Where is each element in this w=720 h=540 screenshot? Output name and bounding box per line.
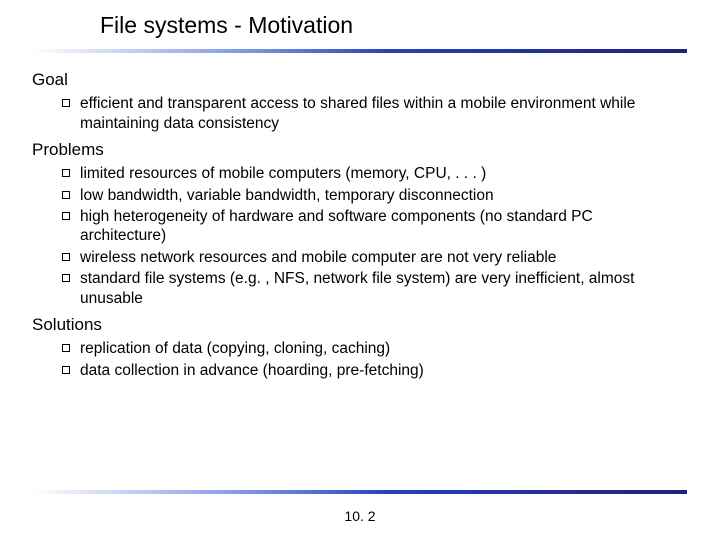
bullet-text: high heterogeneity of hardware and softw…: [80, 207, 680, 246]
bullet-text: data collection in advance (hoarding, pr…: [80, 361, 680, 380]
footer-divider: [32, 490, 687, 494]
bullet-square-icon: [62, 212, 70, 220]
bullet-square-icon: [62, 99, 70, 107]
bullet-text: limited resources of mobile computers (m…: [80, 164, 680, 183]
bullet-square-icon: [62, 253, 70, 261]
bullet-square-icon: [62, 274, 70, 282]
section-heading: Goal: [32, 69, 680, 90]
section-heading: Solutions: [32, 314, 680, 335]
section-heading: Problems: [32, 139, 680, 160]
bullet-text: low bandwidth, variable bandwidth, tempo…: [80, 186, 680, 205]
list-item: high heterogeneity of hardware and softw…: [62, 207, 680, 246]
list-item: standard file systems (e.g. , NFS, netwo…: [62, 269, 680, 308]
bullet-text: wireless network resources and mobile co…: [80, 248, 680, 267]
bullet-text: replication of data (copying, cloning, c…: [80, 339, 680, 358]
bullet-text: efficient and transparent access to shar…: [80, 94, 680, 133]
bullet-square-icon: [62, 344, 70, 352]
list-item: limited resources of mobile computers (m…: [62, 164, 680, 183]
bullet-square-icon: [62, 366, 70, 374]
slide-title: File systems - Motivation: [100, 12, 720, 39]
list-item: wireless network resources and mobile co…: [62, 248, 680, 267]
slide-body: Goal efficient and transparent access to…: [0, 53, 720, 380]
list-item: efficient and transparent access to shar…: [62, 94, 680, 133]
list-item: low bandwidth, variable bandwidth, tempo…: [62, 186, 680, 205]
bullet-square-icon: [62, 169, 70, 177]
bullet-text: standard file systems (e.g. , NFS, netwo…: [80, 269, 680, 308]
bullet-square-icon: [62, 191, 70, 199]
page-number: 10. 2: [0, 508, 720, 524]
list-item: data collection in advance (hoarding, pr…: [62, 361, 680, 380]
list-item: replication of data (copying, cloning, c…: [62, 339, 680, 358]
